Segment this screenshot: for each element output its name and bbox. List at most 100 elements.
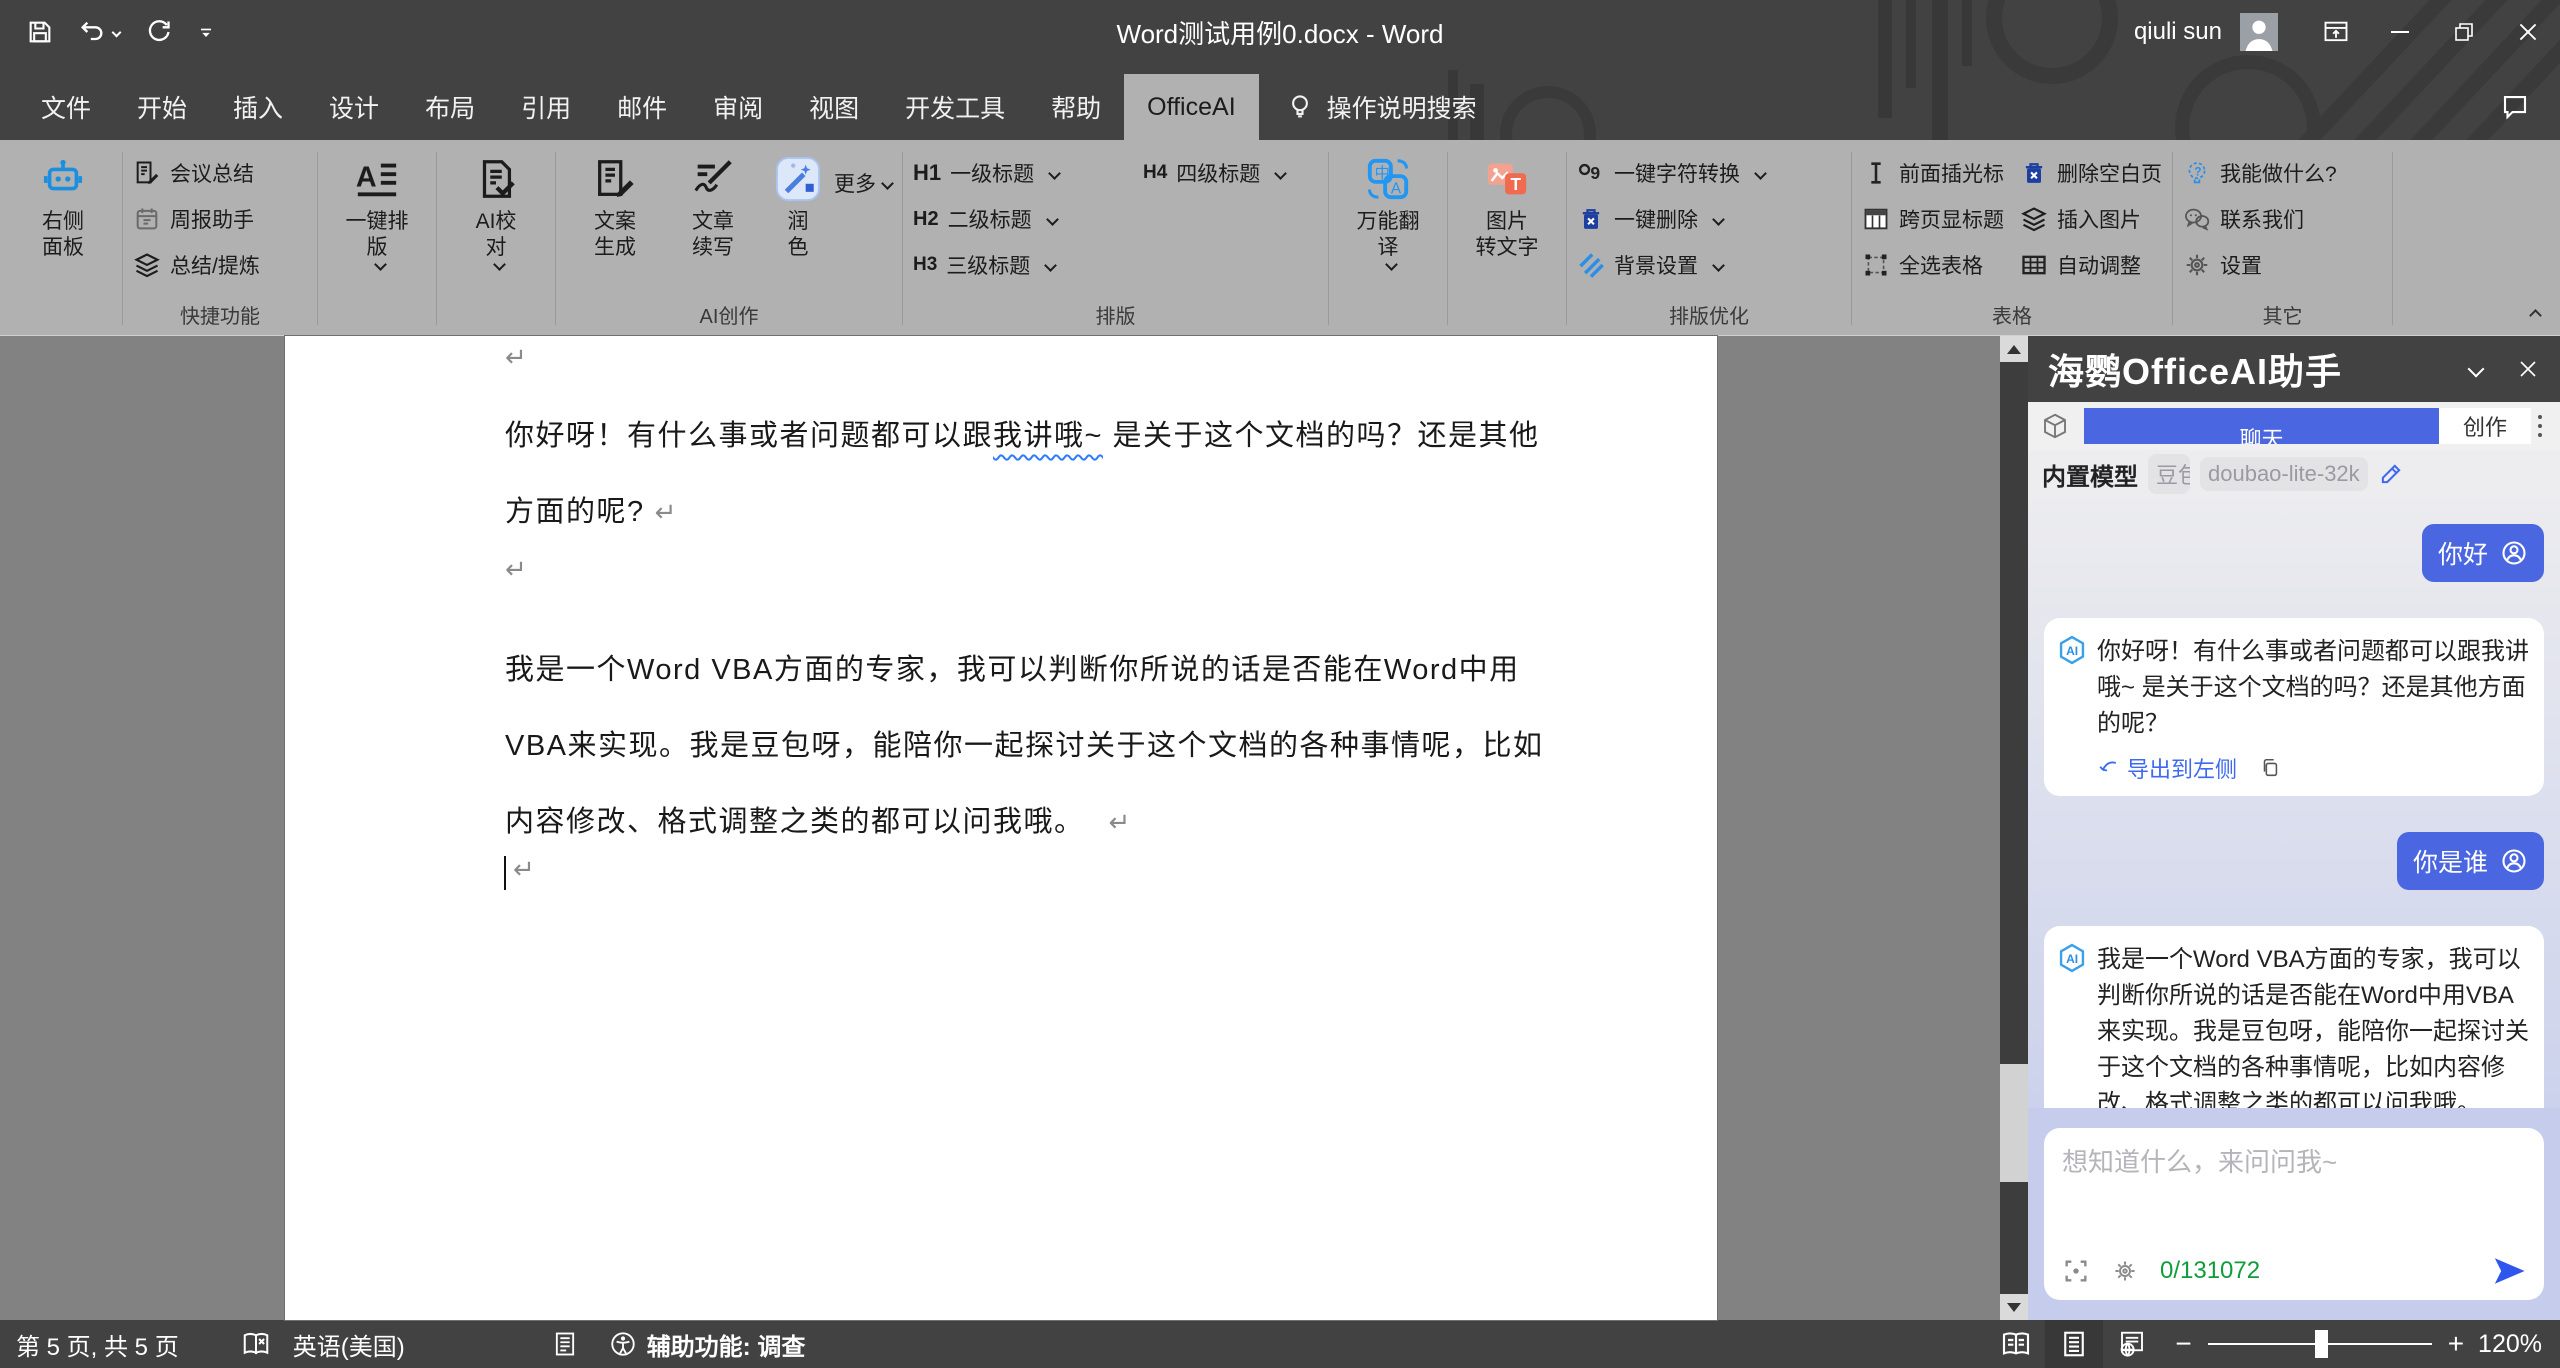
one-key-layout-button[interactable]: 一键排 版 [328, 148, 426, 269]
zoom-in-button[interactable]: + [2448, 1328, 2464, 1360]
tab-references[interactable]: 引用 [498, 74, 594, 140]
tab-mailings[interactable]: 邮件 [594, 74, 690, 140]
panel-menu-button[interactable] [2531, 409, 2548, 444]
ribbon-tabs: 文件 开始 插入 设计 布局 引用 邮件 审阅 视图 开发工具 帮助 Offic… [0, 64, 2560, 140]
tab-review[interactable]: 审阅 [690, 74, 786, 140]
chat-history[interactable]: 你好 你好呀！有什么事或者问题都可以跟我讲哦~ 是关于这个文档的吗？还是其他方面… [2028, 498, 2560, 1108]
collapse-ribbon-button[interactable] [2524, 305, 2540, 323]
heading1-button[interactable]: H1一级标题 [913, 156, 1143, 190]
polish-button[interactable]: 润 色 [762, 148, 834, 260]
scroll-down-button[interactable] [2000, 1294, 2028, 1320]
scrollbar-thumb[interactable] [2000, 1064, 2028, 1182]
customize-qat-button[interactable] [196, 22, 216, 42]
group-table: 前面插光标 跨页显标题 全选表格 删除空白页 插入图片 自动调整 表格 [1854, 144, 2170, 335]
gear-icon[interactable] [2112, 1258, 2138, 1284]
export-to-left-link[interactable]: 导出到左侧 [2097, 752, 2237, 784]
proofing-book-icon [241, 1329, 271, 1359]
side-panel-button[interactable]: 右侧 面板 [14, 148, 112, 260]
insert-cursor-before-button[interactable]: 前面插光标 [1862, 156, 2004, 190]
translate-button[interactable]: 万能翻 译 [1339, 148, 1437, 269]
repeat-header-button[interactable]: 跨页显标题 [1862, 202, 2004, 236]
minimize-button[interactable] [2368, 0, 2432, 64]
settings-button[interactable]: 设置 [2183, 248, 2337, 282]
insert-cursor-before-label: 前面插光标 [1899, 158, 2004, 188]
web-layout-icon [2117, 1329, 2147, 1359]
macro-recording-button[interactable] [551, 1330, 579, 1358]
restore-button[interactable] [2432, 0, 2496, 64]
heading2-button[interactable]: H2二级标题 [913, 202, 1143, 236]
title-bar: Word测试用例0.docx - Word qiuli sun [0, 0, 2560, 64]
print-layout-button[interactable] [2045, 1320, 2103, 1368]
scroll-up-button[interactable] [2000, 336, 2028, 362]
continue-writing-button[interactable]: 文章 续写 [664, 148, 762, 260]
tab-file[interactable]: 文件 [18, 74, 114, 140]
zoom-slider[interactable]: − + [2175, 1328, 2464, 1360]
undo-button[interactable] [78, 18, 120, 46]
what-can-i-do-button[interactable]: 我能做什么? [2183, 156, 2337, 190]
user-message-bubble: 你好 [2422, 524, 2544, 582]
tab-home[interactable]: 开始 [114, 74, 210, 140]
screenshot-icon[interactable] [2062, 1257, 2090, 1285]
copy-icon[interactable] [2259, 757, 2281, 779]
web-layout-button[interactable] [2103, 1320, 2161, 1368]
char-convert-button[interactable]: 一键字符转换 [1577, 156, 1765, 190]
more-button[interactable]: 更多 [834, 168, 892, 198]
tell-me-search[interactable]: 操作说明搜索 [1285, 74, 1477, 140]
background-settings-button[interactable]: 背景设置 [1577, 248, 1765, 282]
tab-view[interactable]: 视图 [786, 74, 882, 140]
insert-image-button[interactable]: 插入图片 [2020, 202, 2162, 236]
ai-proofread-button[interactable]: AI校 对 [447, 148, 545, 269]
panel-tab-chat[interactable]: 聊天 [2084, 408, 2439, 444]
tab-design[interactable]: 设计 [306, 74, 402, 140]
zoom-level[interactable]: 120% [2478, 1330, 2542, 1359]
comments-button[interactable] [2500, 74, 2530, 140]
chevron-up-icon [2529, 309, 2542, 322]
edit-pencil-icon[interactable] [2378, 461, 2404, 487]
accessibility-status[interactable]: 辅助功能: 调查 [609, 1327, 806, 1362]
redo-button[interactable] [144, 18, 172, 46]
page-indicator[interactable]: 第 5 页, 共 5 页 [16, 1327, 179, 1362]
tab-developer[interactable]: 开发工具 [882, 74, 1028, 140]
zoom-track[interactable] [2208, 1343, 2432, 1345]
tab-insert[interactable]: 插入 [210, 74, 306, 140]
weekly-report-label: 周报助手 [170, 204, 254, 234]
panel-collapse-button[interactable] [2463, 363, 2482, 375]
vertical-scrollbar[interactable] [2000, 336, 2028, 1320]
chat-input[interactable] [2062, 1142, 2526, 1242]
contact-us-button[interactable]: 联系我们 [2183, 202, 2337, 236]
tab-layout[interactable]: 布局 [402, 74, 498, 140]
select-table-button[interactable]: 全选表格 [1862, 248, 2004, 282]
language-indicator[interactable]: 英语(美国) [293, 1327, 405, 1362]
send-button[interactable] [2492, 1254, 2526, 1288]
document-area[interactable]: ↵ 你好呀！有什么事或者问题都可以跟我讲哦~ 是关于这个文档的吗？还是其他 方面… [0, 336, 2028, 1320]
delete-blank-page-button[interactable]: 删除空白页 [2020, 156, 2162, 190]
dropdown-icon [1754, 167, 1767, 180]
one-key-delete-button[interactable]: 一键删除 [1577, 202, 1765, 236]
zoom-out-button[interactable]: − [2175, 1328, 2191, 1360]
cube-icon[interactable] [2040, 411, 2070, 441]
avatar[interactable] [2240, 13, 2278, 51]
zoom-thumb[interactable] [2315, 1330, 2328, 1358]
ribbon-display-options-button[interactable] [2304, 0, 2368, 64]
image-to-text-button[interactable]: 图片 转文字 [1458, 148, 1556, 260]
dropdown-icon [1712, 213, 1725, 226]
proofing-status[interactable] [241, 1329, 271, 1359]
close-button[interactable] [2496, 0, 2560, 64]
save-button[interactable] [26, 18, 54, 46]
heading3-button[interactable]: H3三级标题 [913, 248, 1143, 282]
panel-tab-create[interactable]: 创作 [2439, 408, 2531, 444]
summarize-button[interactable]: 总结/提炼 [133, 248, 260, 282]
heading4-button[interactable]: H4四级标题 [1143, 156, 1318, 190]
tab-help[interactable]: 帮助 [1028, 74, 1124, 140]
account-name[interactable]: qiuli sun [2134, 18, 2222, 46]
meeting-summary-button[interactable]: 会议总结 [133, 156, 260, 190]
autofit-button[interactable]: 自动调整 [2020, 248, 2162, 282]
ai-message-text: 你好呀！有什么事或者问题都可以跟我讲哦~ 是关于这个文档的吗？还是其他方面的呢？ [2097, 634, 2530, 742]
panel-close-button[interactable] [2516, 357, 2540, 381]
read-mode-button[interactable] [1987, 1320, 2045, 1368]
copywriting-button[interactable]: 文案 生成 [566, 148, 664, 260]
group-ai-proofread: AI校 对 [439, 144, 553, 335]
weekly-report-button[interactable]: 周报助手 [133, 202, 260, 236]
tab-officeai[interactable]: OfficeAI [1124, 74, 1258, 140]
document-page[interactable]: ↵ 你好呀！有什么事或者问题都可以跟我讲哦~ 是关于这个文档的吗？还是其他 方面… [285, 336, 1717, 1320]
